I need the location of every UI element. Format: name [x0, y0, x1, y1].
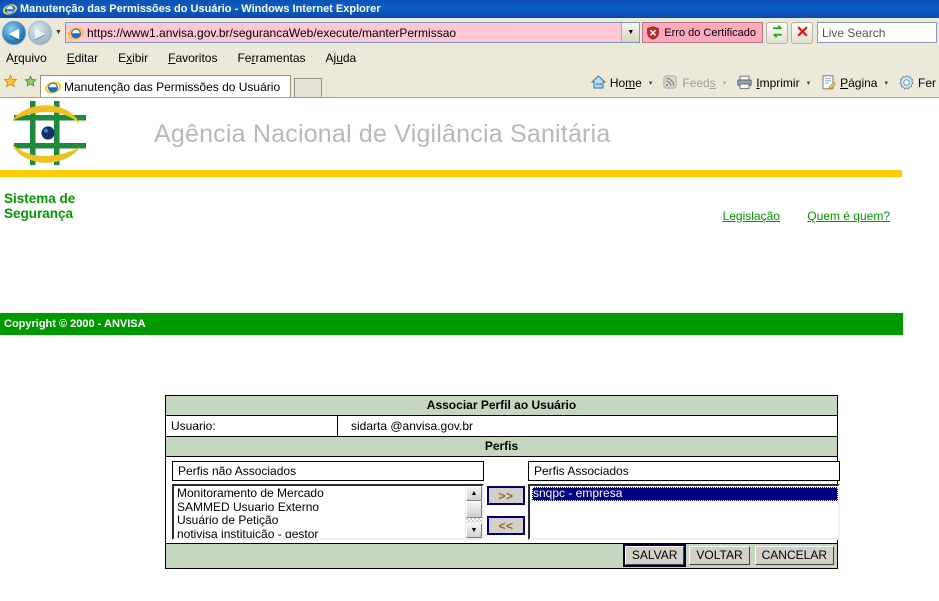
tab-favicon-icon — [44, 79, 62, 95]
list-item[interactable]: Monitoramento de Mercado — [176, 486, 465, 501]
remove-profile-button[interactable]: << — [487, 516, 525, 535]
add-profile-button[interactable]: >> — [487, 486, 525, 505]
associate-profile-panel: Associar Perfil ao Usuário Usuario: sida… — [165, 395, 840, 569]
link-quem-e-quem[interactable]: Quem é quem? — [807, 209, 890, 223]
menu-item-ferramentas[interactable]: Ferramentas — [237, 51, 305, 65]
add-to-favorites-icon[interactable] — [20, 74, 40, 92]
profiles-section-title: Perfis — [166, 437, 837, 457]
page-title: Agência Nacional de Vigilância Sanitária — [154, 119, 611, 148]
sub-header: Sistema de Segurança Legislação Quem é q… — [0, 177, 939, 239]
internet-explorer-icon — [3, 2, 17, 16]
list-item[interactable]: SAMMED Usuario Externo — [176, 500, 465, 515]
available-profiles-listbox[interactable]: Monitoramento de Mercado SAMMED Usuario … — [172, 484, 484, 540]
certificate-error-label: Erro do Certificado — [664, 26, 756, 39]
favorites-center-icon[interactable] — [0, 73, 20, 92]
address-dropdown-button[interactable]: ▼ — [621, 23, 640, 42]
associated-profiles-options: snqpc - empresa — [530, 486, 838, 538]
feeds-icon — [662, 74, 679, 91]
tab-label: Manutenção das Permissões do Usuário — [64, 79, 281, 94]
user-label: Usuario: — [166, 416, 338, 436]
certificate-error-shield-icon — [646, 25, 660, 40]
associated-profiles-header: Perfis Associados — [528, 461, 840, 481]
forward-arrow-icon: ▶ — [35, 25, 45, 40]
scroll-down-button[interactable]: ▼ — [466, 523, 482, 538]
list-item[interactable]: snqpc - empresa — [532, 486, 838, 501]
menu-bar: Arquivo Editar Exibir Favoritos Ferramen… — [0, 47, 939, 68]
menu-item-editar[interactable]: Editar — [67, 51, 98, 65]
header-links: Legislação Quem é quem? — [699, 209, 939, 223]
tab-strip: Manutenção das Permissões do Usuário — [40, 68, 323, 97]
window-title: Manutenção das Permissões do Usuário - W… — [20, 3, 381, 15]
command-home-button[interactable]: Ho m e — [587, 74, 645, 91]
associated-profiles-column: Perfis Associados snqpc - empresa — [528, 461, 840, 540]
command-print-button[interactable]: Imprimir — [733, 74, 802, 91]
page-favicon-icon — [67, 25, 85, 41]
forward-button[interactable]: ▶ — [28, 20, 52, 45]
search-input[interactable]: Live Search — [817, 22, 937, 43]
cancel-button[interactable]: CANCELAR — [754, 546, 834, 565]
available-profiles-header: Perfis não Associados — [172, 461, 484, 481]
command-page-button[interactable]: Página — [817, 74, 880, 91]
copyright-text: Copyright © 2000 - ANVISA — [4, 318, 146, 330]
address-bar[interactable]: https://www1.anvisa.gov.br/segurancaWeb/… — [65, 22, 641, 43]
menu-item-exibir[interactable]: Exibir — [118, 51, 148, 65]
refresh-icon — [771, 24, 784, 41]
system-name: Sistema de Segurança — [0, 191, 75, 221]
tools-gear-icon — [898, 74, 915, 91]
page-content: Agência Nacional de Vigilância Sanitária… — [0, 98, 939, 591]
menu-item-favoritos[interactable]: Favoritos — [168, 51, 217, 65]
stop-button[interactable] — [791, 21, 813, 44]
home-icon — [590, 74, 607, 91]
stop-icon — [796, 25, 809, 41]
header-divider — [0, 170, 902, 177]
certificate-error-button[interactable]: Erro do Certificado — [642, 22, 763, 43]
window-titlebar: Manutenção das Permissões do Usuário - W… — [0, 0, 939, 18]
printer-icon — [736, 74, 753, 91]
command-tools-button[interactable]: Fer — [895, 74, 939, 91]
panel-title: Associar Perfil ao Usuário — [166, 396, 837, 416]
system-name-line1: Sistema de — [4, 191, 76, 206]
page-icon — [820, 74, 837, 91]
user-row: Usuario: sidarta @anvisa.gov.br — [166, 416, 837, 437]
save-button[interactable]: SALVAR — [622, 544, 687, 567]
page-dropdown-caret-icon[interactable]: ▾ — [880, 79, 895, 87]
available-profiles-scrollbar[interactable]: ▲ ▼ — [465, 486, 482, 538]
list-item[interactable]: Usuário de Petição — [176, 513, 465, 528]
refresh-button[interactable] — [766, 21, 788, 44]
associated-profiles-listbox[interactable]: snqpc - empresa — [528, 484, 840, 540]
back-button[interactable]: ◀ — [2, 20, 26, 45]
list-item[interactable]: notivisa instituição - gestor — [176, 527, 465, 538]
anvisa-logo — [8, 99, 96, 169]
profiles-transfer-area: Perfis não Associados Monitoramento de M… — [166, 457, 840, 543]
feeds-dropdown-caret-icon[interactable]: ▾ — [719, 79, 734, 87]
site-header: Agência Nacional de Vigilância Sanitária — [0, 98, 939, 170]
print-dropdown-caret-icon[interactable]: ▾ — [803, 79, 818, 87]
panel-action-buttons: SALVAR VOLTAR CANCELAR — [166, 543, 837, 568]
available-profiles-options: Monitoramento de Mercado SAMMED Usuario … — [174, 486, 465, 538]
back-arrow-icon: ◀ — [9, 25, 19, 40]
tab-manutencao-permissoes[interactable]: Manutenção das Permissões do Usuário — [40, 74, 292, 97]
new-tab-button[interactable] — [294, 77, 323, 97]
transfer-buttons-column: >> << — [484, 461, 528, 535]
back-button-form[interactable]: VOLTAR — [689, 546, 750, 565]
command-bar-buttons: Ho m e ▾ Feed s ▾ I mprimir ▾ P ágina ▾ … — [587, 74, 939, 91]
address-bar-url: https://www1.anvisa.gov.br/segurancaWeb/… — [87, 25, 457, 40]
command-feeds-button[interactable]: Feed s — [659, 74, 718, 91]
menu-item-ajuda[interactable]: Ajuda — [326, 51, 357, 65]
user-value: sidarta @anvisa.gov.br — [351, 419, 474, 433]
scrollbar-thumb[interactable] — [466, 501, 482, 518]
history-dropdown-button[interactable]: ▼ — [52, 29, 65, 36]
available-profiles-column: Perfis não Associados Monitoramento de M… — [172, 461, 484, 540]
page-footer: Copyright © 2000 - ANVISA — [0, 313, 903, 335]
link-legislacao[interactable]: Legislação — [723, 209, 780, 223]
menu-item-arquivo[interactable]: Arquivo — [6, 51, 47, 65]
browser-navigation-bar: ◀ ▶ ▼ https://www1.anvisa.gov.br/seguran… — [0, 18, 939, 47]
scroll-up-button[interactable]: ▲ — [466, 486, 482, 501]
home-dropdown-caret-icon[interactable]: ▾ — [645, 79, 660, 87]
system-name-line2: Segurança — [4, 206, 74, 221]
tab-and-command-bar: Manutenção das Permissões do Usuário Ho m… — [0, 68, 939, 98]
